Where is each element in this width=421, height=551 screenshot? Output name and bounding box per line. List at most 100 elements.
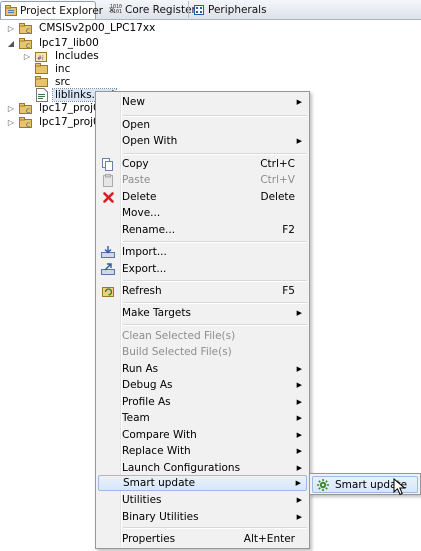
menu-item-refresh[interactable]: Refresh F5 bbox=[98, 283, 307, 299]
menu-label: Paste bbox=[122, 174, 151, 186]
submenu-arrow-icon: ▶ bbox=[296, 137, 302, 145]
tab-project-explorer[interactable]: Project Explorer ✕ bbox=[0, 1, 116, 19]
menu-label: Run As bbox=[122, 363, 159, 375]
project-icon: C bbox=[18, 115, 34, 129]
context-menu: New ▶ Open Open With ▶ Copy Ctrl+C Paste… bbox=[95, 91, 310, 549]
menu-item-run-as[interactable]: Run As ▶ bbox=[98, 361, 307, 377]
menu-label: Team bbox=[122, 412, 150, 424]
menu-label: Launch Configurations bbox=[122, 462, 241, 474]
smart-update-icon bbox=[316, 478, 330, 492]
menu-label: Import... bbox=[122, 246, 167, 258]
menu-label: Copy bbox=[122, 158, 149, 170]
menu-separator bbox=[123, 324, 307, 326]
tree-item-label: CMSISv2p00_LPC17xx bbox=[39, 22, 156, 34]
menu-item-compare-with[interactable]: Compare With ▶ bbox=[98, 427, 307, 443]
menu-label: Profile As bbox=[122, 396, 171, 408]
menu-label: New bbox=[122, 96, 145, 108]
tab-peripherals[interactable]: Peripherals bbox=[188, 1, 267, 18]
menu-separator bbox=[123, 527, 307, 529]
menu-item-replace-with[interactable]: Replace With ▶ bbox=[98, 443, 307, 459]
submenu-arrow-icon: ▶ bbox=[296, 414, 302, 422]
paste-icon bbox=[100, 172, 116, 188]
menu-item-new[interactable]: New ▶ bbox=[98, 94, 307, 110]
submenu-arrow-icon: ▶ bbox=[295, 479, 301, 487]
mouse-cursor-icon bbox=[393, 478, 406, 496]
expand-icon[interactable]: ▷ bbox=[6, 23, 16, 33]
menu-label: Make Targets bbox=[122, 307, 191, 319]
menu-item-binary-utilities[interactable]: Binary Utilities ▶ bbox=[98, 509, 307, 525]
tree-item-lpc17-proj01[interactable]: ▷ C lpc17_proj01 bbox=[6, 114, 108, 130]
menu-label: Move... bbox=[122, 207, 161, 219]
project-explorer-icon bbox=[5, 5, 17, 16]
menu-item-smart-update[interactable]: Smart update ▶ bbox=[98, 475, 307, 491]
submenu-arrow-icon: ▶ bbox=[296, 447, 302, 455]
menu-item-make-targets[interactable]: Make Targets ▶ bbox=[98, 305, 307, 321]
submenu-arrow-icon: ▶ bbox=[296, 309, 302, 317]
binary-icon: 1010 0101 bbox=[110, 3, 123, 15]
import-icon bbox=[100, 244, 116, 260]
menu-item-team[interactable]: Team ▶ bbox=[98, 410, 307, 426]
menu-item-open-with[interactable]: Open With ▶ bbox=[98, 133, 307, 149]
menu-item-delete[interactable]: Delete Delete bbox=[98, 189, 307, 205]
submenu-arrow-icon: ▶ bbox=[296, 365, 302, 373]
menu-item-open[interactable]: Open bbox=[98, 117, 307, 133]
submenu-arrow-icon: ▶ bbox=[296, 513, 302, 521]
menu-item-profile-as[interactable]: Profile As ▶ bbox=[98, 394, 307, 410]
submenu-arrow-icon: ▶ bbox=[296, 431, 302, 439]
submenu-arrow-icon: ▶ bbox=[296, 98, 302, 106]
menu-item-export[interactable]: Export... bbox=[98, 261, 307, 277]
project-icon: C bbox=[18, 101, 34, 115]
menu-separator bbox=[123, 280, 307, 282]
expand-icon[interactable]: ▷ bbox=[22, 51, 32, 61]
menu-label: Build Selected File(s) bbox=[122, 346, 232, 358]
menu-label: Export... bbox=[122, 263, 167, 275]
menu-label: Compare With bbox=[122, 429, 197, 441]
menu-shortcut: Delete bbox=[260, 191, 296, 203]
svg-text:C: C bbox=[26, 28, 30, 35]
menu-shortcut: Ctrl+V bbox=[260, 174, 295, 186]
menu-label: Open With bbox=[122, 135, 178, 147]
menu-label: Rename... bbox=[122, 224, 176, 236]
expand-icon[interactable]: ▷ bbox=[6, 117, 16, 127]
menu-item-copy[interactable]: Copy Ctrl+C bbox=[98, 156, 307, 172]
menu-shortcut: Alt+Enter bbox=[243, 533, 295, 545]
export-icon bbox=[100, 261, 116, 277]
menu-label: Utilities bbox=[122, 494, 162, 506]
submenu-arrow-icon: ▶ bbox=[296, 464, 302, 472]
menu-shortcut: Ctrl+C bbox=[260, 158, 295, 170]
menu-item-debug-as[interactable]: Debug As ▶ bbox=[98, 377, 307, 393]
peripherals-icon bbox=[193, 4, 205, 16]
copy-icon bbox=[100, 156, 116, 172]
expand-icon[interactable]: ▷ bbox=[6, 103, 16, 113]
menu-item-rename[interactable]: Rename... F2 bbox=[98, 222, 307, 238]
menu-separator bbox=[123, 153, 307, 155]
menu-label: Clean Selected File(s) bbox=[122, 330, 236, 342]
menu-item-utilities[interactable]: Utilities ▶ bbox=[98, 492, 307, 508]
submenu-arrow-icon: ▶ bbox=[296, 398, 302, 406]
menu-item-launch-configurations[interactable]: Launch Configurations ▶ bbox=[98, 460, 307, 476]
menu-item-paste[interactable]: Paste Ctrl+V bbox=[98, 172, 307, 188]
tab-label: Project Explorer bbox=[20, 4, 103, 17]
tab-core-registers[interactable]: 1010 0101 Core Registers bbox=[106, 1, 201, 18]
tab-label: Peripherals bbox=[208, 3, 267, 16]
project-icon: C bbox=[18, 21, 34, 35]
menu-label: Properties bbox=[122, 533, 176, 545]
menu-label: Replace With bbox=[122, 445, 191, 457]
menu-item-properties[interactable]: Properties Alt+Enter bbox=[98, 531, 307, 547]
menu-separator bbox=[123, 302, 307, 304]
menu-label: Binary Utilities bbox=[122, 511, 199, 523]
menu-item-clean-selected[interactable]: Clean Selected File(s) bbox=[98, 328, 307, 344]
menu-label: Open bbox=[122, 119, 151, 131]
view-tab-bar: Project Explorer ✕ 1010 0101 Core Registe… bbox=[0, 0, 421, 20]
menu-label: Delete bbox=[122, 191, 157, 203]
tree-item-cmsis[interactable]: ▷ C CMSISv2p00_LPC17xx bbox=[6, 20, 157, 36]
menu-shortcut: F5 bbox=[282, 285, 295, 297]
menu-label: Refresh bbox=[122, 285, 162, 297]
menu-label: Smart update bbox=[123, 477, 196, 489]
delete-icon bbox=[100, 189, 116, 205]
menu-label: Debug As bbox=[122, 379, 173, 391]
menu-item-move[interactable]: Move... bbox=[98, 205, 307, 221]
menu-item-import[interactable]: Import... bbox=[98, 244, 307, 260]
collapse-icon[interactable]: ◢ bbox=[6, 38, 16, 48]
menu-item-build-selected[interactable]: Build Selected File(s) bbox=[98, 344, 307, 360]
